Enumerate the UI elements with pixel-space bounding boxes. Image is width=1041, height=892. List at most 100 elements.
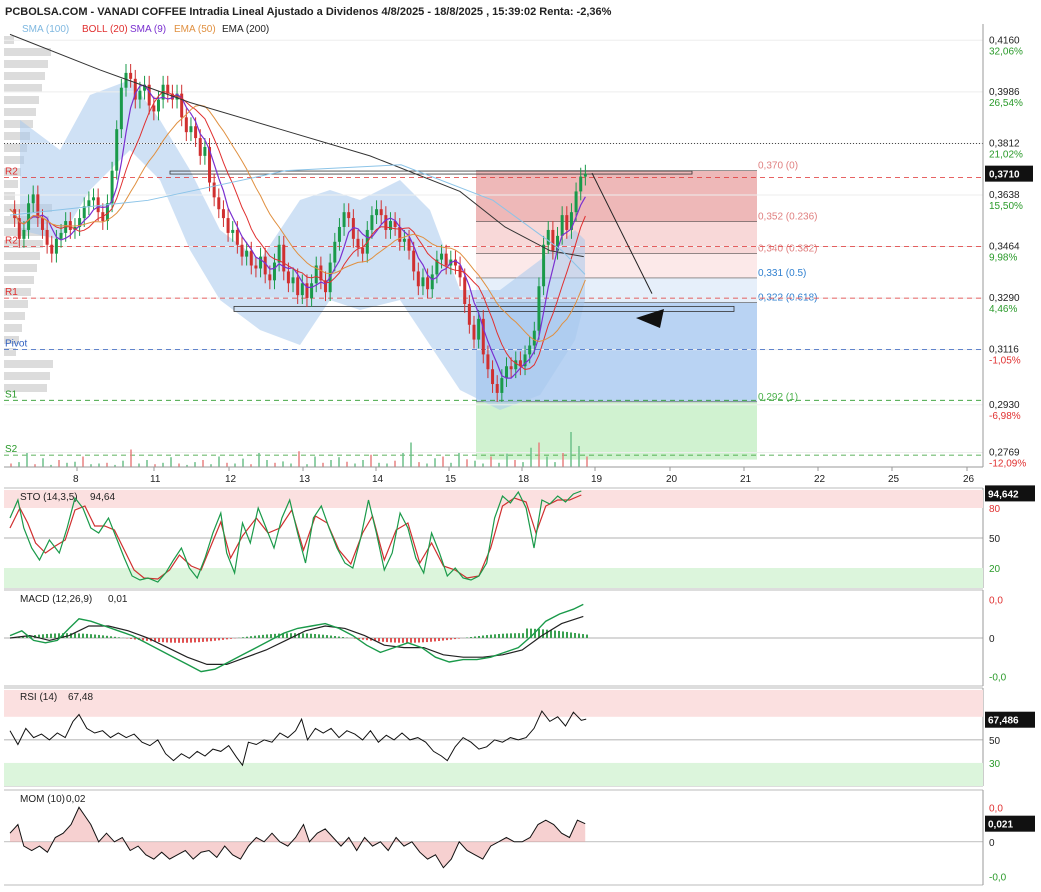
panel-tick-label: -0,0 xyxy=(989,672,1007,683)
macd-histogram-bar xyxy=(482,635,484,638)
indicator-panel: 80 50 20 STO (14,3,5) 94,64 94,642 xyxy=(4,485,1035,589)
indicator-panel: 0,0 0 -0,0 MACD (12,26,9) 0,01 xyxy=(4,589,1007,687)
volume-bar xyxy=(410,442,412,467)
volume-bar xyxy=(162,462,164,467)
volume-bar xyxy=(458,453,460,467)
macd-histogram-bar xyxy=(270,634,272,638)
panel-title: STO (14,3,5) xyxy=(20,492,78,503)
macd-histogram-bar xyxy=(326,635,328,638)
candle-body xyxy=(426,277,430,290)
macd-histogram-bar xyxy=(518,633,520,638)
panel-badge-label: 0,021 xyxy=(988,820,1013,831)
candle-body xyxy=(245,250,249,257)
pivot-label: S2 xyxy=(5,444,18,455)
macd-histogram-bar xyxy=(262,634,264,638)
pivot-label: R1 xyxy=(5,287,18,298)
macd-histogram-bar xyxy=(414,638,416,643)
macd-histogram-bar xyxy=(506,633,508,638)
fib-label: 0,352 (0.236) xyxy=(758,212,818,223)
candle-body xyxy=(370,215,374,230)
y-tick-label: 0,3464 xyxy=(989,242,1020,253)
macd-histogram-bar xyxy=(554,630,556,638)
panel-title: RSI (14) xyxy=(20,692,57,703)
macd-histogram-bar xyxy=(510,633,512,638)
candle-body xyxy=(440,253,444,260)
macd-histogram-bar xyxy=(330,635,332,638)
fib-zone xyxy=(476,401,757,460)
volume-bar xyxy=(18,462,20,467)
macd-histogram-bar xyxy=(174,638,176,643)
volume-bar xyxy=(66,462,68,467)
candle-body xyxy=(416,271,420,287)
macd-histogram-bar xyxy=(250,636,252,638)
candle-body xyxy=(296,277,300,296)
candle-body xyxy=(337,226,341,242)
macd-histogram-bar xyxy=(366,638,368,641)
volume-profile-bar xyxy=(4,192,15,200)
macd-histogram-bar xyxy=(94,634,96,638)
volume-bar xyxy=(426,463,428,467)
volume-bar xyxy=(514,460,516,467)
macd-histogram-bar xyxy=(430,638,432,642)
macd-histogram-bar xyxy=(210,638,212,642)
stock-chart[interactable]: PCBOLSA.COM - VANADI COFFEE Intradia Lin… xyxy=(0,0,1041,892)
macd-histogram-bar xyxy=(490,634,492,638)
volume-bar xyxy=(42,458,44,467)
macd-histogram-bar xyxy=(478,635,480,638)
macd-histogram-bar xyxy=(314,634,316,638)
macd-histogram-bar xyxy=(378,638,380,642)
y-tick-pct: -6,98% xyxy=(989,411,1021,422)
volume-bar xyxy=(26,453,28,467)
fib-zone xyxy=(476,170,757,222)
volume-bar xyxy=(450,462,452,467)
volume-bar xyxy=(282,461,284,467)
indicator-panel: 705030RSI (14)67,4867,486 xyxy=(4,687,1035,787)
volume-bar xyxy=(338,457,340,467)
volume-profile-bar xyxy=(4,300,28,308)
macd-histogram-bar xyxy=(342,637,344,638)
y-tick-label: 0,2930 xyxy=(989,400,1020,411)
candle-body xyxy=(528,345,532,355)
macd-histogram-bar xyxy=(114,636,116,638)
candle-body xyxy=(537,286,541,331)
candle-body xyxy=(45,229,49,245)
volume-bar xyxy=(74,461,76,467)
macd-histogram-bar xyxy=(226,638,228,640)
volume-bar xyxy=(274,462,276,467)
macd-histogram-bar xyxy=(110,636,112,638)
volume-bar xyxy=(98,463,100,467)
candle-body xyxy=(27,203,31,230)
candle-body xyxy=(361,247,365,254)
x-tick-label: 11 xyxy=(150,474,161,485)
macd-histogram-bar xyxy=(166,638,168,643)
y-tick-label: 0,3290 xyxy=(989,293,1020,304)
panel-value: 0,01 xyxy=(108,594,128,605)
last-price-label: 0,3710 xyxy=(989,170,1020,181)
macd-histogram-bar xyxy=(362,638,364,640)
y-tick-pct: 15,50% xyxy=(989,201,1023,212)
volume-bar xyxy=(394,460,396,467)
candle-body xyxy=(156,99,160,112)
volume-profile-bar xyxy=(4,324,22,332)
macd-histogram-bar xyxy=(318,634,320,638)
macd-histogram-bar xyxy=(542,629,544,638)
x-tick-label: 13 xyxy=(299,474,311,485)
candle-body xyxy=(217,197,221,210)
volume-bar xyxy=(386,463,388,467)
macd-histogram-bar xyxy=(566,631,568,638)
candle-body xyxy=(59,232,63,239)
pivot-label: Pivot xyxy=(5,339,27,350)
candle-body xyxy=(546,229,550,245)
candle-body xyxy=(532,330,536,346)
volume-bar xyxy=(138,463,140,467)
volume-bar xyxy=(322,462,324,467)
candle-body xyxy=(263,256,267,275)
candle-body xyxy=(286,271,290,284)
overbought-zone xyxy=(4,690,983,717)
candle-body xyxy=(184,117,188,133)
macd-histogram-bar xyxy=(102,635,104,638)
candle-body xyxy=(129,72,133,79)
volume-bar xyxy=(330,460,332,467)
volume-bar xyxy=(354,463,356,467)
macd-histogram-bar xyxy=(158,638,160,642)
